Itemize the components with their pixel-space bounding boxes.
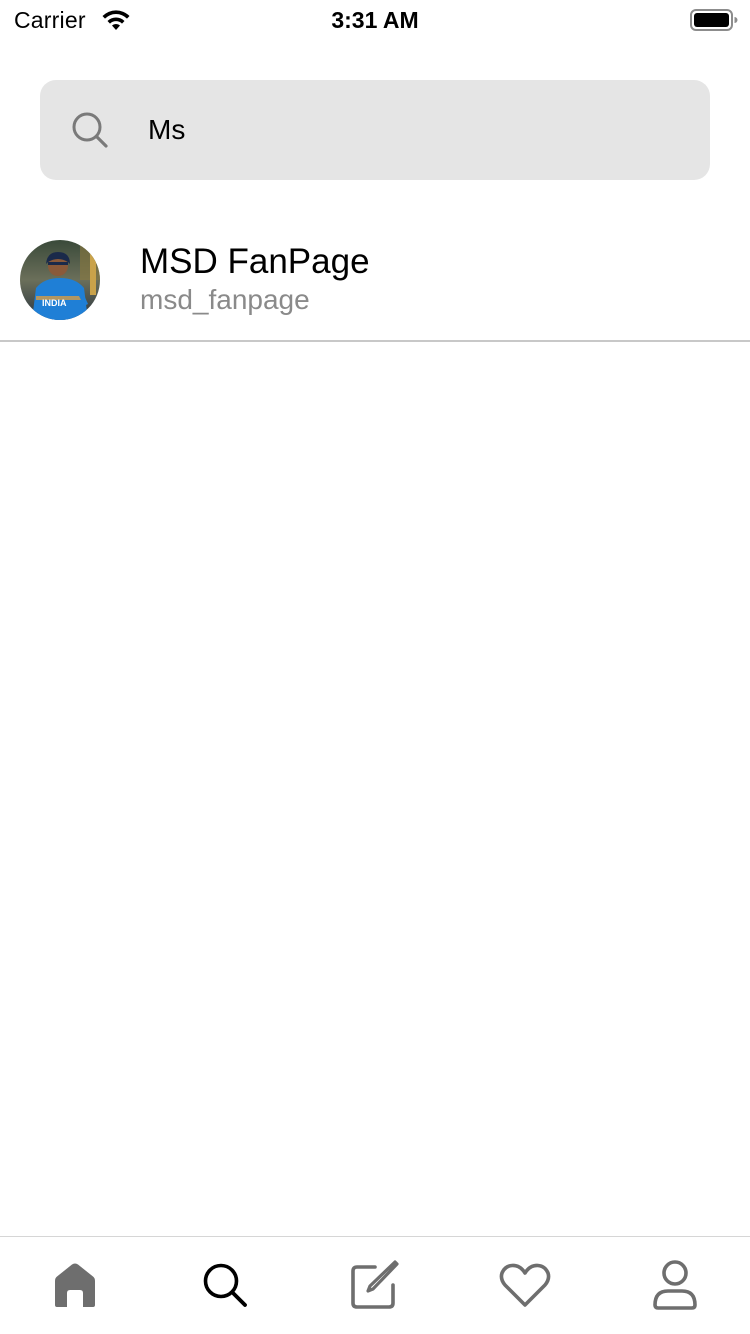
tab-home[interactable]	[0, 1237, 150, 1334]
search-result-row[interactable]: INDIA MSD FanPage msd_fanpage	[0, 220, 750, 342]
avatar[interactable]: INDIA	[20, 240, 100, 320]
tab-profile[interactable]	[600, 1237, 750, 1334]
home-icon	[55, 1263, 95, 1307]
tab-activity[interactable]	[450, 1237, 600, 1334]
status-bar: Carrier 3:31 AM	[0, 0, 750, 40]
result-handle: msd_fanpage	[140, 284, 310, 315]
profile-photo: INDIA	[20, 240, 100, 320]
tab-bar	[0, 1236, 750, 1334]
battery-icon	[690, 9, 738, 31]
search-screen: Carrier 3:31 AM Ms INDIA MSD FanPage msd…	[0, 0, 750, 1334]
search-input[interactable]	[148, 105, 688, 155]
result-name: MSD FanPage	[140, 242, 370, 281]
heart-icon	[499, 1263, 551, 1307]
tab-compose[interactable]	[300, 1237, 450, 1334]
tab-search[interactable]	[150, 1237, 300, 1334]
search-icon	[203, 1263, 247, 1307]
search-icon	[72, 112, 108, 148]
compose-icon	[351, 1260, 399, 1309]
profile-icon	[653, 1260, 697, 1310]
search-bar[interactable]	[40, 80, 710, 180]
clock: 3:31 AM	[331, 7, 419, 33]
svg-text:INDIA: INDIA	[42, 298, 67, 308]
